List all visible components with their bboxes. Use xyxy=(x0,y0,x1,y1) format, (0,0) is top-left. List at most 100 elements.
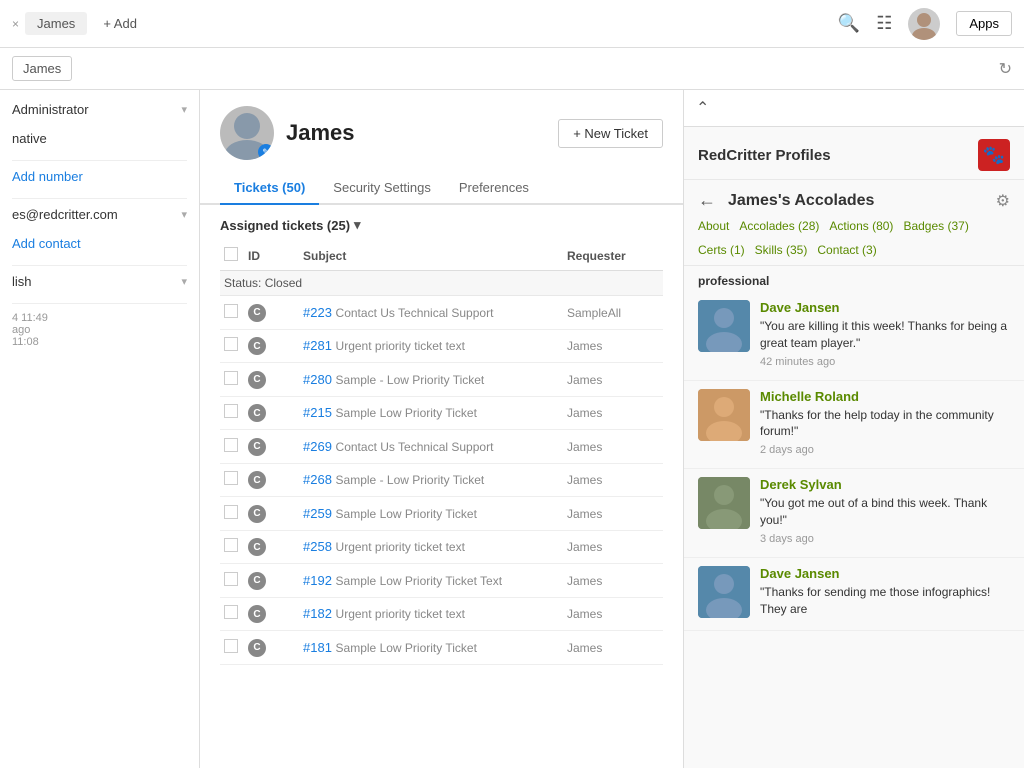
accolades-header: ← James's Accolades ⚙ xyxy=(684,180,1024,211)
ticket-status-badge: C xyxy=(248,404,266,422)
nav-accolades[interactable]: Accolades (28) xyxy=(739,219,819,233)
edit-avatar-icon[interactable]: ✎ xyxy=(258,144,274,160)
sidebar-language-field: lish ▾ xyxy=(12,274,187,289)
accolade-time: 42 minutes ago xyxy=(760,356,1010,368)
row-checkbox[interactable] xyxy=(224,505,238,519)
main-layout: Administrator ▾ native Add number es@red… xyxy=(0,90,1024,768)
accolade-content: Michelle Roland "Thanks for the help tod… xyxy=(760,389,1010,457)
table-row[interactable]: C #268 Sample - Low Priority Ticket Jame… xyxy=(220,463,663,497)
table-row[interactable]: C #181 Sample Low Priority Ticket James xyxy=(220,631,663,665)
accolade-name: Dave Jansen xyxy=(760,300,1010,315)
row-checkbox[interactable] xyxy=(224,304,238,318)
table-row[interactable]: C #258 Urgent priority ticket text James xyxy=(220,530,663,564)
table-row[interactable]: C #182 Urgent priority ticket text James xyxy=(220,597,663,631)
row-checkbox[interactable] xyxy=(224,471,238,485)
nav-contact[interactable]: Contact (3) xyxy=(817,243,876,257)
sidebar-email-label: es@redcritter.com xyxy=(12,207,118,222)
sidebar-role-dropdown[interactable]: ▾ xyxy=(181,103,187,116)
new-ticket-button[interactable]: + New Ticket xyxy=(558,119,663,148)
assigned-tickets-header: Assigned tickets (25) ▾ xyxy=(220,217,663,233)
select-all-checkbox[interactable] xyxy=(224,247,238,261)
accolade-quote: "You are killing it this week! Thanks fo… xyxy=(760,318,1010,352)
ticket-id: #223 xyxy=(303,305,332,320)
assigned-dropdown-arrow[interactable]: ▾ xyxy=(354,217,361,233)
ticket-requester: James xyxy=(567,641,602,655)
row-checkbox[interactable] xyxy=(224,404,238,418)
tab-close-icon[interactable]: × xyxy=(12,17,19,31)
sidebar-role-value: Administrator ▾ xyxy=(12,102,187,117)
sidebar-language-dropdown[interactable]: ▾ xyxy=(181,275,187,288)
sidebar-meta-1: 4 11:49 xyxy=(12,312,187,324)
table-row[interactable]: C #215 Sample Low Priority Ticket James xyxy=(220,396,663,430)
accolade-item: Dave Jansen "You are killing it this wee… xyxy=(684,292,1024,381)
ticket-subject: Sample - Low Priority Ticket xyxy=(336,473,485,487)
assigned-tickets-label: Assigned tickets (25) xyxy=(220,218,350,233)
profile-header: ✎ James + New Ticket xyxy=(200,90,683,160)
sidebar-email-dropdown[interactable]: ▾ xyxy=(181,208,187,221)
nav-badges[interactable]: Badges (37) xyxy=(903,219,968,233)
accolade-quote: "Thanks for the help today in the commun… xyxy=(760,407,1010,441)
back-button[interactable]: ← xyxy=(698,190,716,211)
ticket-status-badge: C xyxy=(248,438,266,456)
nav-certs[interactable]: Certs (1) xyxy=(698,243,745,257)
row-checkbox[interactable] xyxy=(224,371,238,385)
redcritter-logo-icon: 🐾 xyxy=(983,145,1005,166)
ticket-requester: James xyxy=(567,607,602,621)
row-checkbox[interactable] xyxy=(224,438,238,452)
search-icon[interactable]: 🔍 xyxy=(838,13,860,34)
user-avatar[interactable] xyxy=(908,8,940,40)
sidebar-phone-field: Add number xyxy=(12,169,187,184)
gear-icon[interactable]: ⚙ xyxy=(996,191,1010,211)
accolade-content: Dave Jansen "Thanks for sending me those… xyxy=(760,566,1010,618)
sidebar-meta: 4 11:49 ago 11:08 xyxy=(12,312,187,348)
accolade-item: Dave Jansen "Thanks for sending me those… xyxy=(684,558,1024,631)
row-checkbox[interactable] xyxy=(224,639,238,653)
row-checkbox[interactable] xyxy=(224,337,238,351)
tab-security-settings[interactable]: Security Settings xyxy=(319,172,445,205)
table-row[interactable]: C #223 Contact Us Technical Support Samp… xyxy=(220,296,663,330)
nav-skills[interactable]: Skills (35) xyxy=(755,243,808,257)
ticket-subject: Sample Low Priority Ticket Text xyxy=(336,574,503,588)
accolade-time: 3 days ago xyxy=(760,533,1010,545)
breadcrumb-james[interactable]: James xyxy=(12,56,72,81)
apps-button[interactable]: Apps xyxy=(956,11,1012,36)
accolades-title: James's Accolades xyxy=(728,192,874,210)
grid-icon[interactable]: ☷ xyxy=(876,13,892,34)
ticket-requester: James xyxy=(567,574,602,588)
ticket-requester: James xyxy=(567,339,602,353)
tickets-table: ID Subject Requester Status: Closed C #2… xyxy=(220,241,663,665)
tab-tickets[interactable]: Tickets (50) xyxy=(220,172,319,205)
refresh-icon[interactable]: ↻ xyxy=(999,61,1012,78)
accolade-content: Dave Jansen "You are killing it this wee… xyxy=(760,300,1010,368)
sidebar-add-contact[interactable]: Add contact xyxy=(12,236,81,251)
ticket-requester: James xyxy=(567,373,602,387)
ticket-subject: Urgent priority ticket text xyxy=(336,607,465,621)
ticket-id: #269 xyxy=(303,439,332,454)
table-row[interactable]: C #280 Sample - Low Priority Ticket Jame… xyxy=(220,363,663,397)
sub-nav: James ↻ xyxy=(0,48,1024,90)
collapse-panel-button[interactable]: ⌃ xyxy=(696,98,709,118)
sidebar-email-field: es@redcritter.com ▾ xyxy=(12,207,187,222)
table-row[interactable]: C #259 Sample Low Priority Ticket James xyxy=(220,497,663,531)
ticket-subject: Urgent priority ticket text xyxy=(336,339,465,353)
row-checkbox[interactable] xyxy=(224,605,238,619)
profile-tabs: Tickets (50) Security Settings Preferenc… xyxy=(200,172,683,205)
tab-preferences[interactable]: Preferences xyxy=(445,172,543,205)
sidebar-add-phone[interactable]: Add number xyxy=(12,169,83,184)
row-checkbox[interactable] xyxy=(224,572,238,586)
ticket-subject: Urgent priority ticket text xyxy=(336,540,465,554)
table-row[interactable]: C #269 Contact Us Technical Support Jame… xyxy=(220,430,663,464)
table-row[interactable]: C #192 Sample Low Priority Ticket Text J… xyxy=(220,564,663,598)
sidebar-language-value: lish ▾ xyxy=(12,274,187,289)
tab-label[interactable]: James xyxy=(25,12,87,35)
ticket-subject: Contact Us Technical Support xyxy=(336,306,494,320)
nav-about[interactable]: About xyxy=(698,219,729,233)
accolade-quote: "You got me out of a bind this week. Tha… xyxy=(760,495,1010,529)
sidebar-language-label: lish xyxy=(12,274,32,289)
accolade-avatar xyxy=(698,566,750,618)
nav-actions[interactable]: Actions (80) xyxy=(829,219,893,233)
ticket-subject: Sample Low Priority Ticket xyxy=(336,507,477,521)
row-checkbox[interactable] xyxy=(224,538,238,552)
table-row[interactable]: C #281 Urgent priority ticket text James xyxy=(220,329,663,363)
add-tab-button[interactable]: + Add xyxy=(103,16,137,31)
